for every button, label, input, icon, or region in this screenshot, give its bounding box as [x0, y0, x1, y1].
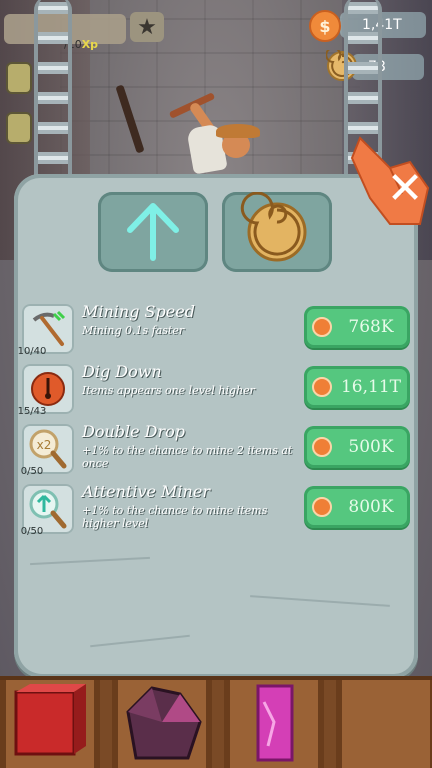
coin-icon: [312, 377, 332, 397]
star-icon: ★: [137, 14, 157, 40]
buy-price: 500K: [348, 437, 394, 457]
upgrade-title: Attentive Miner: [82, 482, 210, 501]
buy-price: 768K: [348, 317, 394, 337]
close-icon: ✕: [386, 163, 424, 214]
coin-icon: [312, 317, 332, 337]
upgrade-description: +1% to the chance to mine 2 items at onc…: [82, 444, 293, 470]
inventory-slot[interactable]: [0, 680, 100, 768]
upgrade-level: 10/40: [17, 346, 47, 357]
buy-price: 16,11T: [340, 377, 401, 397]
xp-suffix: Xp: [81, 38, 99, 51]
upgrade-row-dig-down: 15/43 Dig Down Items appears one level h…: [18, 360, 416, 420]
tab-fossils[interactable]: [222, 192, 332, 272]
menu-button[interactable]: [6, 112, 32, 144]
buy-button[interactable]: 800K: [304, 486, 410, 528]
buy-price: 800K: [348, 497, 394, 517]
coin-icon: $: [309, 10, 341, 42]
up-arrow-icon: [127, 203, 179, 261]
svg-text:x2: x2: [37, 438, 52, 452]
pink-crystal-icon: [256, 684, 294, 762]
dark-crystal-icon: [126, 686, 202, 760]
upgrade-title: Dig Down: [82, 362, 162, 381]
miner-hat: [216, 124, 260, 138]
inventory-slot[interactable]: [224, 680, 324, 768]
red-ore-icon: [14, 684, 86, 756]
upgrade-row-attentive-miner: 0/50 Attentive Miner +1% to the chance t…: [20, 480, 416, 540]
upgrade-level: 0/50: [20, 466, 44, 477]
ammonite-shell-icon: [240, 192, 307, 262]
upgrade-description: Items appears one level higher: [82, 384, 255, 397]
upgrade-row-double-drop: x2 0/50 Double Drop +1% to the chance to…: [20, 420, 416, 480]
upgrade-title: Double Drop: [82, 422, 186, 441]
upgrade-row-mining-speed: 10/40 Mining Speed Mining 0.1s faster 76…: [18, 300, 416, 360]
buy-button[interactable]: 500K: [304, 426, 410, 468]
upgrade-description: Mining 0.1s faster: [82, 324, 185, 337]
coin-icon: [312, 497, 332, 517]
coin-icon: [312, 437, 332, 457]
buy-button[interactable]: 768K: [304, 306, 410, 348]
upgrade-level: 15/43: [17, 406, 47, 417]
star-button[interactable]: ★: [130, 12, 164, 42]
tab-upgrades[interactable]: [98, 192, 208, 272]
upgrade-description: +1% to the chance to mine items higher l…: [82, 504, 268, 530]
inventory-slot[interactable]: [336, 680, 432, 768]
inventory-slot[interactable]: [112, 680, 212, 768]
settings-button[interactable]: [6, 62, 32, 94]
buy-button[interactable]: 16,11T: [304, 366, 410, 408]
upgrade-level: 0/50: [20, 526, 44, 537]
close-button[interactable]: ✕: [382, 166, 428, 212]
upgrade-title: Mining Speed: [82, 302, 195, 321]
